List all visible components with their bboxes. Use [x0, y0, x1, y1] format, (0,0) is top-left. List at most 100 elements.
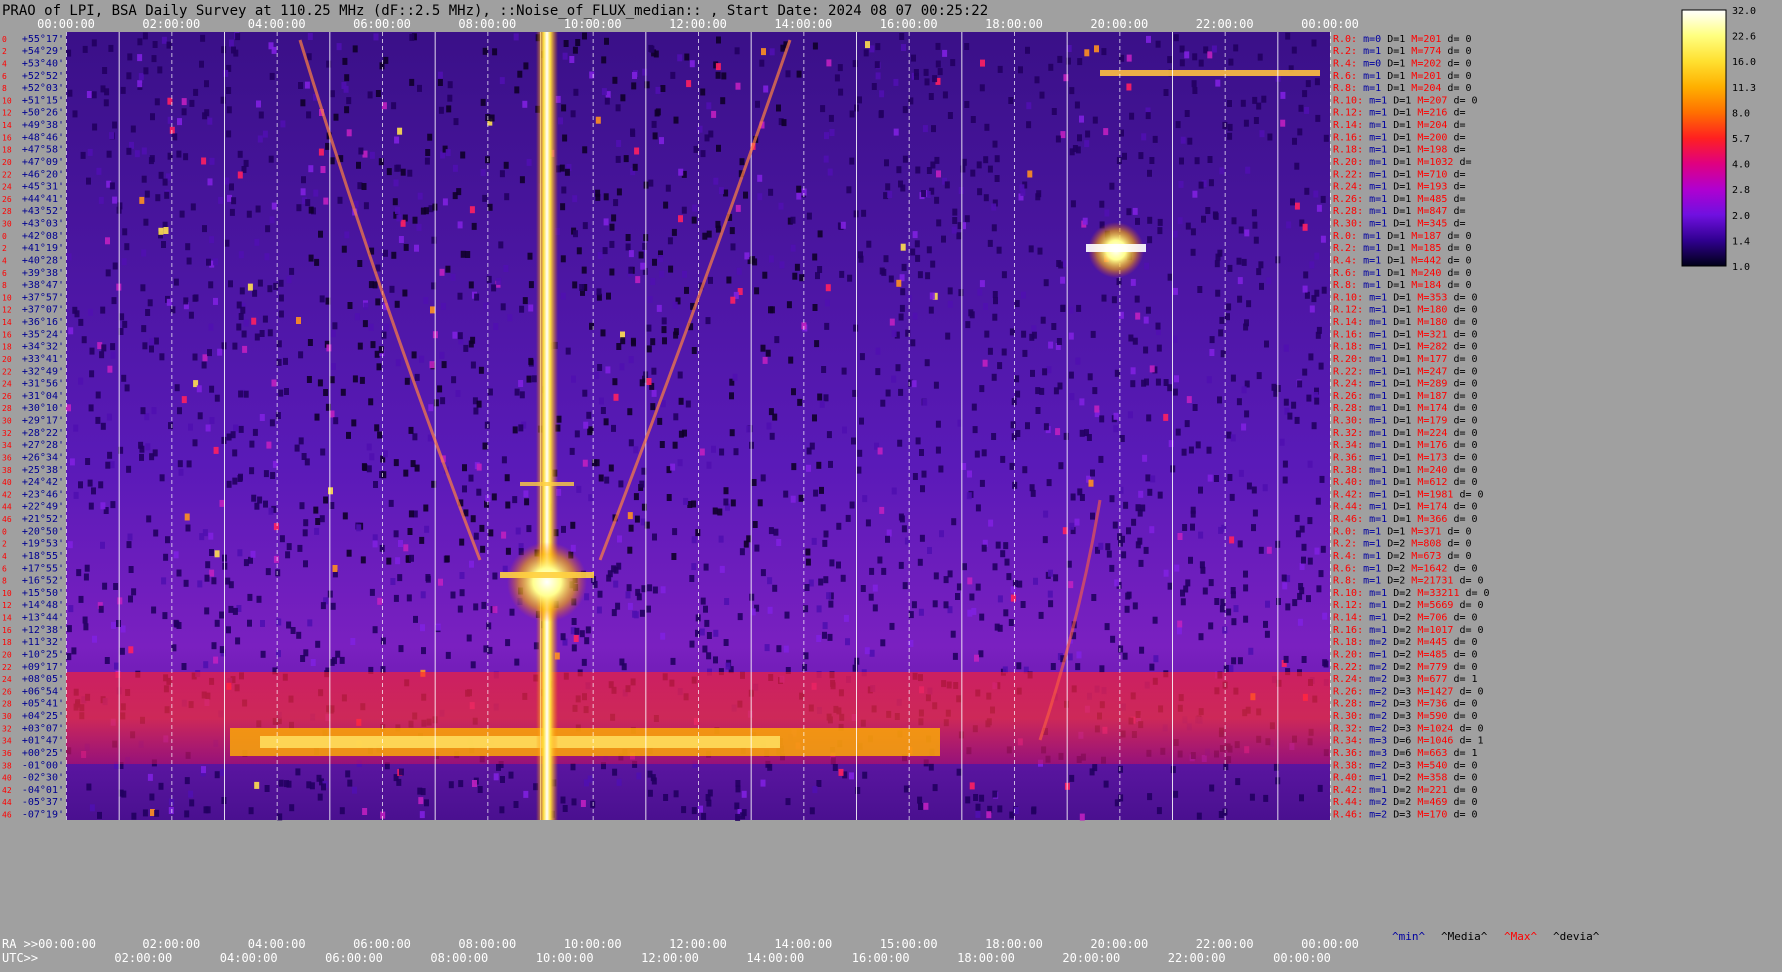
row-stat-part: M=221	[1411, 785, 1447, 796]
noise-pixel	[832, 764, 838, 771]
noise-pixel	[612, 76, 618, 84]
noise-pixel	[368, 398, 374, 406]
noise-pixel	[299, 502, 305, 510]
noise-pixel	[1124, 605, 1130, 613]
row-stat-part: R.36:	[1333, 453, 1363, 464]
noise-pixel	[80, 151, 86, 159]
noise-pixel	[294, 444, 300, 452]
noise-pixel	[269, 419, 275, 427]
noise-pixel	[163, 553, 169, 561]
noise-pixel	[177, 407, 182, 415]
noise-pixel	[372, 281, 378, 289]
noise-pixel	[332, 322, 338, 330]
row-stat-part: R.8:	[1333, 280, 1357, 291]
row-stat-part: D=1	[1387, 194, 1411, 205]
noise-pixel	[236, 323, 242, 331]
noise-pixel	[1320, 195, 1326, 203]
row-stat: R.18: m=1 D=1 M=198 d=	[1333, 145, 1465, 156]
noise-pixel	[1152, 616, 1158, 624]
colorbar-tick: 4.0	[1732, 160, 1750, 171]
row-stat-part: R.12:	[1333, 305, 1363, 316]
declination-label: +48°46'	[22, 132, 64, 143]
noise-pixel	[243, 319, 249, 327]
row-stat-part: d= 0	[1441, 256, 1471, 267]
noise-pixel	[1252, 96, 1258, 104]
beam-number: 36	[2, 749, 12, 758]
noise-pixel	[279, 535, 285, 543]
noise-pixel	[226, 626, 231, 634]
noise-pixel	[251, 494, 257, 502]
noise-pixel	[812, 253, 818, 261]
declination-label: +35°24'	[22, 329, 64, 340]
noise-pixel	[154, 98, 160, 106]
noise-pixel	[806, 447, 812, 455]
noise-pixel	[73, 424, 79, 432]
noise-pixel	[69, 458, 75, 466]
row-stat: R.2: m=1 D=1 M=185 d= 0	[1333, 243, 1472, 254]
noise-pixel	[1251, 524, 1256, 532]
noise-pixel	[562, 52, 568, 60]
noise-pixel	[1283, 344, 1289, 352]
noise-pixel	[375, 298, 381, 306]
noise-pixel	[1243, 570, 1248, 578]
noise-pixel	[796, 70, 802, 78]
noise-pixel	[493, 323, 499, 330]
noise-pixel	[223, 69, 229, 77]
noise-pixel	[1285, 32, 1291, 40]
row-stat-part: D=1	[1387, 219, 1411, 230]
noise-pixel	[447, 94, 453, 102]
ra-tick: 12:00:00	[669, 937, 727, 951]
noise-pixel	[98, 481, 104, 489]
noise-pixel	[1215, 79, 1221, 87]
noise-pixel	[853, 324, 859, 332]
noise-pixel	[107, 365, 113, 373]
noise-pixel	[141, 249, 147, 257]
noise-pixel	[1147, 488, 1153, 496]
noise-pixel	[652, 132, 658, 140]
noise-pixel	[986, 811, 992, 819]
noise-pixel	[816, 461, 822, 469]
beam-number: 8	[2, 577, 7, 586]
noise-pixel	[1315, 331, 1321, 339]
noise-pixel	[151, 407, 157, 415]
noise-pixel	[791, 388, 796, 396]
noise-pixel	[230, 431, 236, 439]
noise-pixel	[817, 393, 823, 401]
noise-pixel	[174, 384, 180, 392]
noise-pixel	[585, 626, 591, 634]
ra-tick: 18:00:00	[985, 937, 1043, 951]
noise-pixel	[1139, 646, 1145, 654]
noise-pixel	[912, 473, 918, 480]
noise-pixel	[1230, 587, 1236, 594]
noise-pixel	[1321, 286, 1327, 294]
row-stat-part: d= 0	[1447, 453, 1477, 464]
noise-pixel	[362, 808, 368, 815]
noise-pixel	[1237, 540, 1243, 548]
noise-pixel	[1299, 563, 1305, 570]
noise-pixel	[142, 809, 148, 817]
noise-pixel	[623, 155, 629, 163]
row-stat-part: d=	[1447, 108, 1465, 119]
noise-pixel	[877, 447, 883, 455]
noise-pixel	[457, 292, 463, 300]
noise-pixel	[289, 804, 295, 812]
noise-pixel	[625, 591, 631, 599]
beam-number: 24	[2, 380, 12, 389]
noise-pixel	[598, 397, 604, 405]
noise-pixel	[570, 110, 576, 118]
row-stat-part: M=485	[1411, 194, 1447, 205]
row-stat-part: R.4:	[1333, 551, 1357, 562]
noise-pixel	[468, 474, 474, 482]
noise-pixel	[582, 32, 587, 40]
noise-pixel	[1214, 598, 1220, 605]
noise-pixel	[1092, 116, 1098, 124]
noise-pixel	[462, 485, 467, 493]
noise-pixel	[969, 782, 975, 790]
noise-pixel	[418, 797, 424, 805]
noise-pixel	[1079, 429, 1085, 437]
beam-number: 30	[2, 712, 12, 721]
row-stat-part: m=1	[1363, 514, 1387, 525]
row-stat-part: m=1	[1363, 440, 1387, 451]
noise-pixel	[605, 366, 611, 374]
noise-pixel	[1069, 522, 1075, 530]
